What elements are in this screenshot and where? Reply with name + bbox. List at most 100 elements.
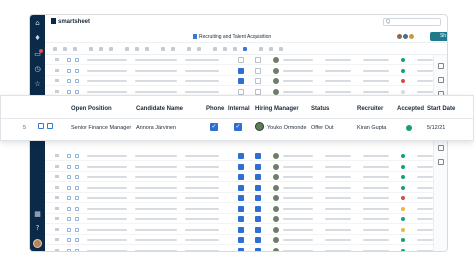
open-position-cell[interactable] bbox=[87, 249, 127, 251]
start-date-cell[interactable] bbox=[417, 165, 433, 168]
row-attachment-icon[interactable] bbox=[67, 196, 71, 200]
internal-checkbox[interactable] bbox=[255, 57, 261, 63]
status-cell[interactable] bbox=[325, 80, 351, 82]
status-cell[interactable] bbox=[325, 218, 351, 220]
details-cell[interactable] bbox=[185, 239, 219, 241]
row-comment-icon[interactable] bbox=[75, 68, 79, 73]
details-cell[interactable] bbox=[185, 176, 219, 178]
row-attachment-icon[interactable] bbox=[38, 123, 44, 129]
recruiter-cell[interactable] bbox=[363, 69, 389, 72]
row-attachment-icon[interactable] bbox=[67, 58, 71, 62]
table-row[interactable] bbox=[45, 76, 433, 86]
table-row[interactable] bbox=[45, 225, 433, 235]
internal-checkbox[interactable] bbox=[255, 67, 261, 74]
open-position-cell[interactable] bbox=[87, 59, 127, 61]
details-cell[interactable] bbox=[185, 59, 219, 61]
help-icon[interactable]: ? bbox=[34, 225, 41, 232]
candidate-name-cell[interactable] bbox=[135, 90, 177, 93]
hiring-manager-cell[interactable] bbox=[283, 249, 313, 251]
status-cell[interactable] bbox=[325, 239, 351, 241]
status-cell[interactable] bbox=[325, 155, 351, 157]
hiring-manager-cell[interactable] bbox=[283, 69, 313, 72]
cell-recruiter[interactable]: Kiran Gupta bbox=[357, 125, 386, 131]
proofs-icon[interactable] bbox=[438, 145, 444, 151]
candidate-name-cell[interactable] bbox=[135, 165, 177, 168]
table-row[interactable] bbox=[45, 66, 433, 76]
start-date-cell[interactable] bbox=[417, 218, 433, 220]
cell-candidate-name[interactable]: Annora Järvinen bbox=[136, 125, 176, 131]
toolbar-icon[interactable] bbox=[161, 47, 165, 51]
user-avatar[interactable] bbox=[33, 239, 42, 248]
recruiter-cell[interactable] bbox=[363, 249, 389, 251]
recruiter-cell[interactable] bbox=[363, 59, 389, 61]
open-position-cell[interactable] bbox=[87, 176, 127, 178]
candidate-name-cell[interactable] bbox=[135, 155, 177, 157]
start-date-cell[interactable] bbox=[417, 176, 433, 178]
cell-hiring-manager[interactable]: Youko Ormonde bbox=[267, 125, 307, 131]
accepted-status-dot[interactable] bbox=[401, 154, 405, 158]
phone-checkbox[interactable]: ✓ bbox=[210, 123, 218, 131]
details-cell[interactable] bbox=[185, 165, 219, 168]
candidate-name-cell[interactable] bbox=[135, 207, 177, 210]
hiring-manager-cell[interactable] bbox=[283, 207, 313, 210]
row-attachment-icon[interactable] bbox=[67, 227, 71, 232]
recruiter-cell[interactable] bbox=[363, 207, 389, 210]
start-date-cell[interactable] bbox=[417, 80, 433, 82]
collaborator-avatar[interactable] bbox=[408, 33, 415, 40]
toolbar-icon[interactable] bbox=[99, 47, 103, 51]
accepted-status-dot[interactable] bbox=[406, 125, 412, 131]
accepted-status-dot[interactable] bbox=[401, 79, 405, 83]
hiring-manager-cell[interactable] bbox=[283, 176, 313, 178]
row-comment-icon[interactable] bbox=[75, 227, 79, 232]
row-comment-icon[interactable] bbox=[75, 238, 79, 242]
phone-checkbox[interactable] bbox=[238, 153, 244, 159]
recruiter-cell[interactable] bbox=[363, 90, 389, 93]
status-cell[interactable] bbox=[325, 165, 351, 168]
phone-checkbox[interactable] bbox=[238, 226, 244, 233]
details-cell[interactable] bbox=[185, 249, 219, 251]
accepted-status-dot[interactable] bbox=[401, 206, 405, 211]
details-cell[interactable] bbox=[185, 186, 219, 189]
recruiter-cell[interactable] bbox=[363, 228, 389, 231]
toolbar-icon[interactable] bbox=[279, 47, 283, 51]
status-cell[interactable] bbox=[325, 186, 351, 189]
toolbar-icon[interactable] bbox=[269, 47, 273, 51]
status-cell[interactable] bbox=[325, 249, 351, 251]
internal-checkbox[interactable] bbox=[255, 184, 261, 191]
start-date-cell[interactable] bbox=[417, 69, 433, 72]
header-internal[interactable]: Internal bbox=[228, 106, 250, 112]
accepted-status-dot[interactable] bbox=[401, 217, 405, 221]
open-position-cell[interactable] bbox=[87, 80, 127, 82]
open-position-cell[interactable] bbox=[87, 186, 127, 189]
recruiter-cell[interactable] bbox=[363, 176, 389, 178]
toolbar-icon[interactable] bbox=[197, 47, 201, 51]
accepted-status-dot[interactable] bbox=[401, 196, 405, 200]
internal-checkbox[interactable] bbox=[255, 78, 261, 84]
toolbar-icon[interactable] bbox=[125, 47, 129, 51]
phone-checkbox[interactable] bbox=[238, 247, 244, 251]
open-position-cell[interactable] bbox=[87, 90, 127, 93]
row-comment-icon[interactable] bbox=[75, 196, 79, 200]
phone-checkbox[interactable] bbox=[238, 216, 244, 222]
toolbar-icon[interactable] bbox=[89, 47, 93, 51]
status-cell[interactable] bbox=[325, 59, 351, 61]
table-row[interactable] bbox=[45, 162, 433, 172]
phone-checkbox[interactable] bbox=[238, 88, 244, 95]
internal-checkbox[interactable] bbox=[255, 88, 261, 95]
row-attachment-icon[interactable] bbox=[67, 206, 71, 211]
start-date-cell[interactable] bbox=[417, 155, 433, 157]
search-input[interactable]: Q bbox=[383, 18, 441, 26]
details-cell[interactable] bbox=[185, 218, 219, 220]
phone-checkbox[interactable] bbox=[238, 195, 244, 201]
apps-grid-icon[interactable]: ▦ bbox=[34, 211, 41, 218]
row-comment-icon[interactable] bbox=[75, 58, 79, 62]
internal-checkbox[interactable] bbox=[255, 195, 261, 201]
row-attachment-icon[interactable] bbox=[67, 185, 71, 190]
toolbar-icon[interactable] bbox=[259, 47, 263, 51]
phone-checkbox[interactable] bbox=[238, 78, 244, 84]
candidate-name-cell[interactable] bbox=[135, 197, 177, 199]
cell-start-date[interactable]: 5/12/21 bbox=[427, 125, 445, 131]
row-attachment-icon[interactable] bbox=[67, 238, 71, 242]
start-date-cell[interactable] bbox=[417, 90, 433, 93]
browse-icon[interactable]: ▭ bbox=[34, 51, 41, 58]
